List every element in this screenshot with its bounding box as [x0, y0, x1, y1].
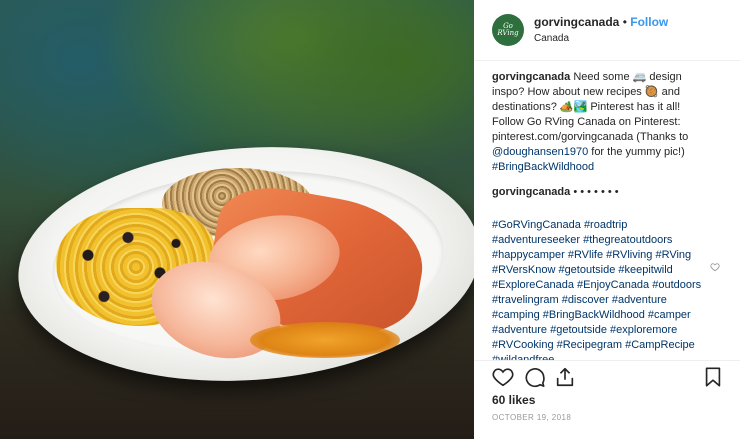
comment-icon[interactable]	[524, 366, 546, 388]
caption-text-end: for the yummy pic!)	[588, 146, 685, 158]
location-link[interactable]: Canada	[534, 33, 569, 44]
caption: gorvingcanada Need some 🚐 design inspo? …	[492, 70, 702, 175]
caption-username[interactable]: gorvingcanada	[492, 71, 570, 83]
hashtag-link[interactable]: #BringBackWildhood	[492, 161, 594, 173]
action-bar	[492, 366, 724, 388]
avatar[interactable]: Go RVing	[492, 14, 524, 46]
post-photo[interactable]	[0, 0, 474, 439]
heart-icon[interactable]	[492, 366, 514, 388]
comments-list: gorvingcanada Need some 🚐 design inspo? …	[492, 70, 702, 360]
post-header: Go RVing gorvingcanada • Follow Canada	[474, 0, 740, 61]
comment-text: • • • • • • •	[573, 186, 619, 198]
avatar-logo-text: Go RVing	[497, 22, 519, 37]
divider	[474, 360, 740, 361]
follow-button[interactable]: Follow	[630, 15, 668, 29]
username-link[interactable]: gorvingcanada	[534, 15, 619, 29]
post-side-panel: Go RVing gorvingcanada • Follow Canada g…	[474, 0, 740, 439]
comment: gorvingcanada • • • • • • •	[492, 185, 702, 200]
comment-like-icon[interactable]	[710, 262, 720, 275]
mention-link[interactable]: @doughansen1970	[492, 146, 588, 158]
post-date[interactable]: OCTOBER 19, 2018	[492, 413, 571, 422]
sauce	[250, 322, 400, 358]
bookmark-icon[interactable]	[702, 366, 724, 388]
comment-username[interactable]: gorvingcanada	[492, 186, 570, 198]
likes-count[interactable]: 60 likes	[492, 393, 535, 407]
share-icon[interactable]	[554, 366, 576, 388]
separator-dot: •	[622, 15, 627, 29]
header-line: gorvingcanada • Follow	[534, 15, 668, 29]
hashtags-comment[interactable]: #GoRVingCanada #roadtrip #adventureseeke…	[492, 218, 702, 360]
